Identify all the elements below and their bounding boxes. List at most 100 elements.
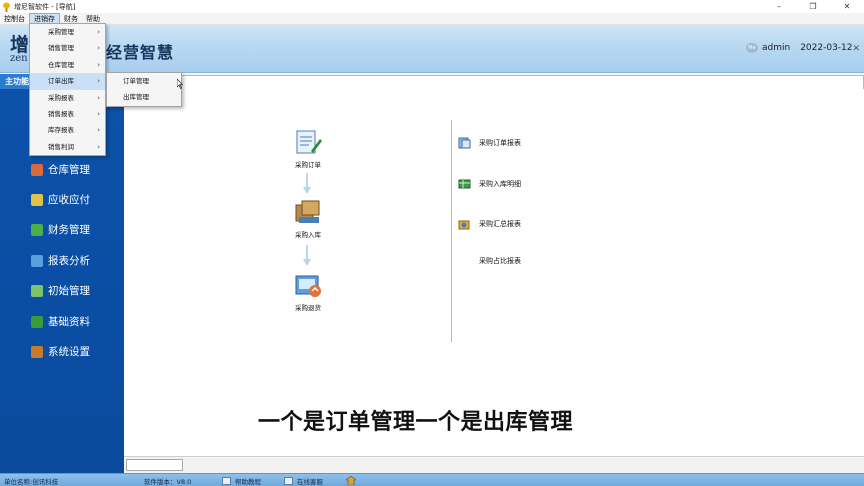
- menu-console[interactable]: 控制台: [0, 13, 29, 25]
- status-bar: 单位名称:创讯科技 软件版本：V8.0 帮助教程 在线客服: [0, 473, 864, 486]
- menu-item-label: 订单出库: [48, 77, 74, 86]
- arrow-down-icon: [303, 173, 311, 194]
- sidebar-item-basic-data[interactable]: 基础资料: [31, 314, 90, 329]
- support-icon: [284, 477, 293, 485]
- header-banner: 增 zen 经营智慧 Me admin 2022-03-12 ✕: [0, 25, 864, 73]
- window-title: 增尼智软件 - [导航]: [14, 2, 76, 11]
- submenu-item-order-management[interactable]: 订单管理: [107, 73, 181, 89]
- sidebar-item-init[interactable]: 初始管理: [31, 283, 90, 298]
- report-link-inbound-detail[interactable]: 采购入库明细: [458, 178, 521, 190]
- inventory-dropdown-menu: 采购管理 › 销售管理 › 仓库管理 › 订单出库 › 采购报表 › 销售报表 …: [29, 23, 106, 157]
- brand-sub-text: zen: [10, 53, 28, 64]
- title-bar: 增尼智软件 - [导航] – ❐ ✕: [0, 0, 864, 13]
- report-link-purchase-order[interactable]: 采购订单报表: [458, 137, 521, 149]
- menu-item-label: 仓库管理: [48, 60, 74, 69]
- purchase-order-icon: [296, 130, 322, 154]
- current-date: 2022-03-12: [800, 43, 853, 53]
- menu-item-label: 销售报表: [48, 109, 74, 118]
- menu-item-sales-report[interactable]: 销售报表 ›: [30, 106, 105, 122]
- menu-item-order-outbound[interactable]: 订单出库 ›: [30, 73, 105, 90]
- chevron-right-icon: ›: [97, 109, 100, 118]
- app-logo-icon: [3, 2, 10, 12]
- sidebar-item-report-analysis[interactable]: 报表分析: [31, 253, 90, 268]
- video-subtitle: 一个是订单管理一个是出库管理: [258, 410, 574, 435]
- warehouse-icon: [31, 163, 43, 176]
- report-analysis-icon: [31, 254, 43, 267]
- menu-item-warehouse-management[interactable]: 仓库管理 ›: [30, 57, 105, 73]
- chevron-right-icon: ›: [97, 77, 100, 86]
- user-info: Me admin 2022-03-12: [746, 43, 853, 53]
- sidebar-item-system-settings[interactable]: 系统设置: [31, 344, 90, 359]
- purchase-summary-icon: [458, 220, 470, 230]
- status-version: 软件版本：V8.0: [144, 478, 192, 486]
- purchase-inbound-icon: [295, 200, 320, 223]
- close-window-button[interactable]: ✕: [830, 0, 864, 13]
- flow-node-label: 采购入库: [295, 231, 321, 239]
- menu-item-sales-management[interactable]: 销售管理 ›: [30, 40, 105, 56]
- horizontal-scrollbar[interactable]: [124, 456, 864, 473]
- scrollbar-thumb[interactable]: [126, 459, 183, 471]
- flow-node-purchase-return[interactable]: 采购退货: [288, 272, 328, 312]
- chevron-right-icon: ›: [97, 44, 100, 53]
- sidebar-item-label: 报表分析: [48, 255, 90, 267]
- menu-item-purchase-management[interactable]: 采购管理 ›: [30, 24, 105, 40]
- help-tutorial-label: 帮助教程: [235, 478, 261, 486]
- avatar: Me: [746, 43, 758, 53]
- purchase-return-icon: [295, 275, 321, 297]
- flow-node-label: 采购订单: [295, 161, 321, 169]
- home-icon[interactable]: [346, 476, 356, 485]
- arrow-down-icon: [303, 245, 311, 266]
- menu-item-purchase-report[interactable]: 采购报表 ›: [30, 90, 105, 106]
- sidebar-item-label: 基础资料: [48, 316, 90, 328]
- order-outbound-submenu: 订单管理 出库管理: [106, 72, 182, 107]
- sidebar-item-finance[interactable]: 财务管理: [31, 222, 90, 237]
- inbound-detail-icon: [458, 179, 471, 189]
- sidebar-item-label: 财务管理: [48, 224, 90, 236]
- chevron-right-icon: ›: [97, 126, 100, 135]
- report-link-purchase-ratio[interactable]: 采购占比报表: [458, 255, 521, 267]
- submenu-item-outbound-management[interactable]: 出库管理: [107, 89, 181, 105]
- restore-button[interactable]: ❐: [796, 0, 830, 13]
- chevron-right-icon: ›: [97, 93, 100, 102]
- menu-item-label: 采购报表: [48, 93, 74, 102]
- status-company: 单位名称:创讯科技: [4, 478, 59, 486]
- menu-item-label: 采购管理: [48, 28, 74, 36]
- house-icon: [346, 476, 356, 485]
- close-icon[interactable]: ✕: [852, 44, 860, 54]
- menu-item-inventory-report[interactable]: 库存报表 ›: [30, 122, 105, 138]
- sidebar-item-label: 系统设置: [48, 346, 90, 358]
- menu-item-label: 出库管理: [123, 93, 149, 102]
- sidebar-item-warehouse[interactable]: 仓库管理: [31, 162, 90, 177]
- content-divider: [451, 120, 452, 342]
- chevron-right-icon: ›: [97, 142, 100, 151]
- menu-item-label: 销售管理: [48, 44, 74, 53]
- mouse-cursor-icon: [177, 79, 183, 89]
- report-link-purchase-summary[interactable]: 采购汇总报表: [458, 218, 521, 230]
- chevron-right-icon: ›: [97, 60, 100, 69]
- menu-bar: 控制台 进销存 财务 帮助: [0, 12, 864, 25]
- online-support-label: 在线客服: [297, 478, 323, 486]
- chevron-right-icon: ›: [97, 28, 100, 36]
- system-settings-icon: [31, 345, 43, 358]
- flow-node-purchase-order[interactable]: 采购订单: [288, 129, 328, 169]
- menu-item-label: 订单管理: [123, 77, 149, 85]
- menu-item-sales-profit[interactable]: 销售利润 ›: [30, 139, 105, 155]
- sidebar-item-label: 应收应付: [48, 194, 90, 206]
- receivable-icon: [31, 193, 43, 206]
- online-support-link[interactable]: 在线客服: [284, 476, 323, 486]
- finance-icon: [31, 223, 43, 236]
- app-window: 增尼智软件 - [导航] – ❐ ✕ 控制台 进销存 财务 帮助 增 zen 经…: [0, 0, 864, 486]
- sidebar-item-receivable[interactable]: 应收应付: [31, 192, 90, 207]
- report-link-label: 采购入库明细: [479, 180, 521, 188]
- help-book-icon: [222, 477, 231, 485]
- help-tutorial-link[interactable]: 帮助教程: [222, 476, 261, 486]
- username: admin: [762, 43, 791, 53]
- sidebar-item-label: 仓库管理: [48, 164, 90, 176]
- menu-item-label: 库存报表: [48, 126, 74, 135]
- minimize-button[interactable]: –: [762, 0, 796, 13]
- tab-navigation[interactable]: [180, 75, 864, 89]
- flow-node-purchase-inbound[interactable]: 采购入库: [288, 199, 328, 239]
- flow-node-label: 采购退货: [295, 304, 321, 312]
- purchase-order-report-icon: [458, 137, 471, 149]
- basic-data-icon: [31, 315, 43, 328]
